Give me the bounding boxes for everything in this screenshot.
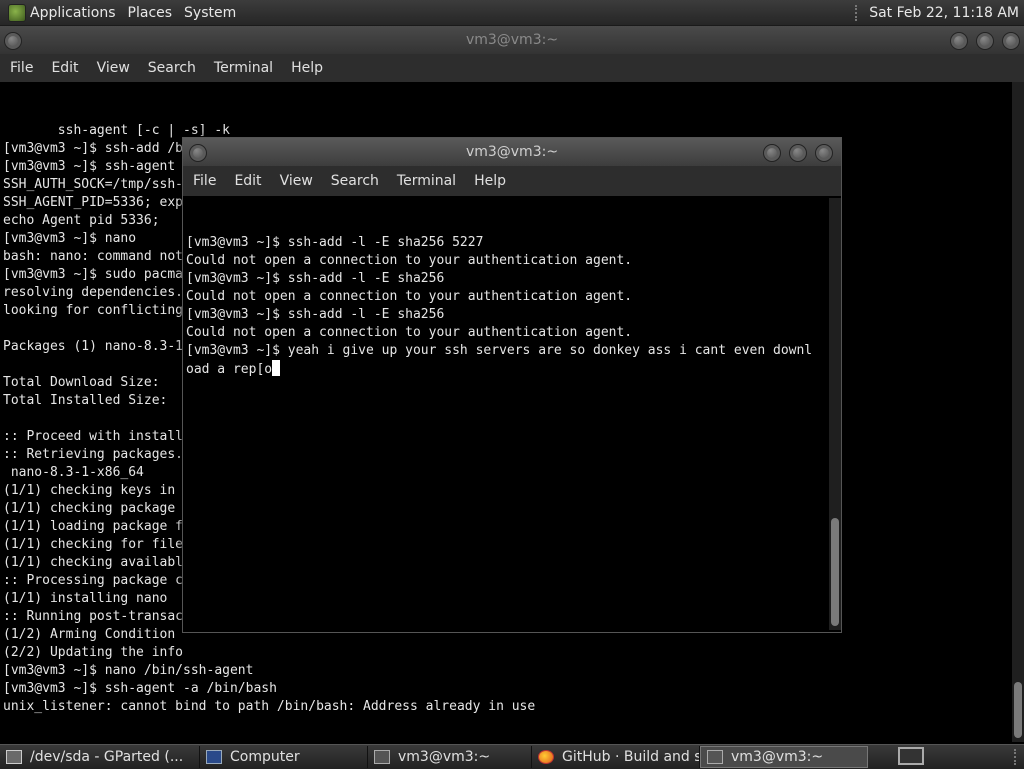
distro-logo-icon[interactable] xyxy=(8,3,26,22)
clock[interactable]: Sat Feb 22, 11:18 AM xyxy=(869,5,1019,21)
window-menu-icon[interactable] xyxy=(4,32,22,50)
task-label: GitHub · Build and s... xyxy=(562,749,700,765)
scroll-thumb[interactable] xyxy=(1014,682,1022,738)
terminal-line: [vm3@vm3 ~]$ ssh-agent -a /bin/bash xyxy=(3,681,277,696)
terminal-output[interactable]: [vm3@vm3 ~]$ ssh-add -l -E sha256 5227 Co… xyxy=(183,196,841,628)
terminal-line: unix_listener: cannot bind to path /bin/… xyxy=(3,699,536,714)
menu-file[interactable]: File xyxy=(193,173,216,189)
window-titlebar[interactable]: vm3@vm3:~ xyxy=(183,138,841,166)
applications-menu[interactable]: Applications xyxy=(30,5,116,21)
minimize-icon[interactable] xyxy=(950,32,968,50)
maximize-icon[interactable] xyxy=(976,32,994,50)
terminal-line: Could not open a connection to your auth… xyxy=(186,253,633,268)
scroll-thumb[interactable] xyxy=(831,518,839,626)
menu-search[interactable]: Search xyxy=(331,173,379,189)
menu-edit[interactable]: Edit xyxy=(51,60,78,76)
scrollbar[interactable] xyxy=(829,198,841,630)
menu-help[interactable]: Help xyxy=(474,173,506,189)
terminal-line: [vm3@vm3 ~]$ ssh-add -l -E sha256 5227 xyxy=(186,235,484,250)
terminal-line: [vm3@vm3 ~]$ ssh-add -l -E sha256 xyxy=(186,307,445,322)
maximize-icon[interactable] xyxy=(789,144,807,162)
monitor-icon xyxy=(206,750,222,764)
terminal-line: Could not open a connection to your auth… xyxy=(186,289,633,304)
task-label: vm3@vm3:~ xyxy=(398,749,491,765)
task-label: vm3@vm3:~ xyxy=(731,749,824,765)
window-titlebar[interactable]: vm3@vm3:~ xyxy=(0,26,1024,54)
menu-terminal[interactable]: Terminal xyxy=(397,173,456,189)
terminal-icon xyxy=(374,750,390,764)
task-label: /dev/sda - GParted (... xyxy=(30,749,184,765)
menu-search[interactable]: Search xyxy=(148,60,196,76)
firefox-icon xyxy=(538,750,554,764)
close-icon[interactable] xyxy=(1002,32,1020,50)
top-panel: Applications Places System Sat Feb 22, 1… xyxy=(0,0,1024,26)
terminal-line: [vm3@vm3 ~]$ nano /bin/ssh-agent xyxy=(3,663,254,678)
window-menu-icon[interactable] xyxy=(189,144,207,162)
terminal-line: [vm3@vm3 ~]$ ssh-add -l -E sha256 xyxy=(186,271,445,286)
terminal-input-line[interactable]: oad a rep[o xyxy=(186,360,841,379)
menu-help[interactable]: Help xyxy=(291,60,323,76)
workspace-switcher-icon[interactable] xyxy=(898,747,924,765)
panel-grip-icon[interactable] xyxy=(855,4,861,21)
menubar: File Edit View Search Terminal Help xyxy=(183,166,841,196)
window-title: vm3@vm3:~ xyxy=(465,32,559,48)
taskbar-item-firefox[interactable]: GitHub · Build and s... xyxy=(532,746,700,768)
system-menu[interactable]: System xyxy=(184,5,236,21)
terminal-line: [vm3@vm3 ~]$ yeah i give up your ssh ser… xyxy=(186,343,813,358)
menu-view[interactable]: View xyxy=(280,173,313,189)
disk-icon xyxy=(6,750,22,764)
menu-edit[interactable]: Edit xyxy=(234,173,261,189)
menu-view[interactable]: View xyxy=(97,60,130,76)
scrollbar[interactable] xyxy=(1012,82,1024,742)
taskbar-item-terminal-1[interactable]: vm3@vm3:~ xyxy=(368,746,532,768)
terminal-window-foreground[interactable]: vm3@vm3:~ File Edit View Search Terminal… xyxy=(182,137,842,633)
places-menu[interactable]: Places xyxy=(128,5,173,21)
taskbar-item-terminal-2[interactable]: vm3@vm3:~ xyxy=(700,746,868,768)
minimize-icon[interactable] xyxy=(763,144,781,162)
menubar: File Edit View Search Terminal Help xyxy=(0,54,1024,82)
taskbar: /dev/sda - GParted (... Computer vm3@vm3… xyxy=(0,744,1024,769)
text-cursor xyxy=(272,360,281,376)
task-label: Computer xyxy=(230,749,300,765)
taskbar-item-computer[interactable]: Computer xyxy=(200,746,368,768)
close-icon[interactable] xyxy=(815,144,833,162)
window-title: vm3@vm3:~ xyxy=(465,144,559,160)
terminal-line: Could not open a connection to your auth… xyxy=(186,325,633,340)
taskbar-item-gparted[interactable]: /dev/sda - GParted (... xyxy=(0,746,200,768)
terminal-line: (2/2) Updating the info xyxy=(3,645,184,660)
panel-grip-icon[interactable] xyxy=(1014,749,1020,765)
menu-terminal[interactable]: Terminal xyxy=(214,60,273,76)
terminal-icon xyxy=(707,750,723,764)
typed-text: oad a rep[o xyxy=(186,362,273,377)
menu-file[interactable]: File xyxy=(10,60,33,76)
